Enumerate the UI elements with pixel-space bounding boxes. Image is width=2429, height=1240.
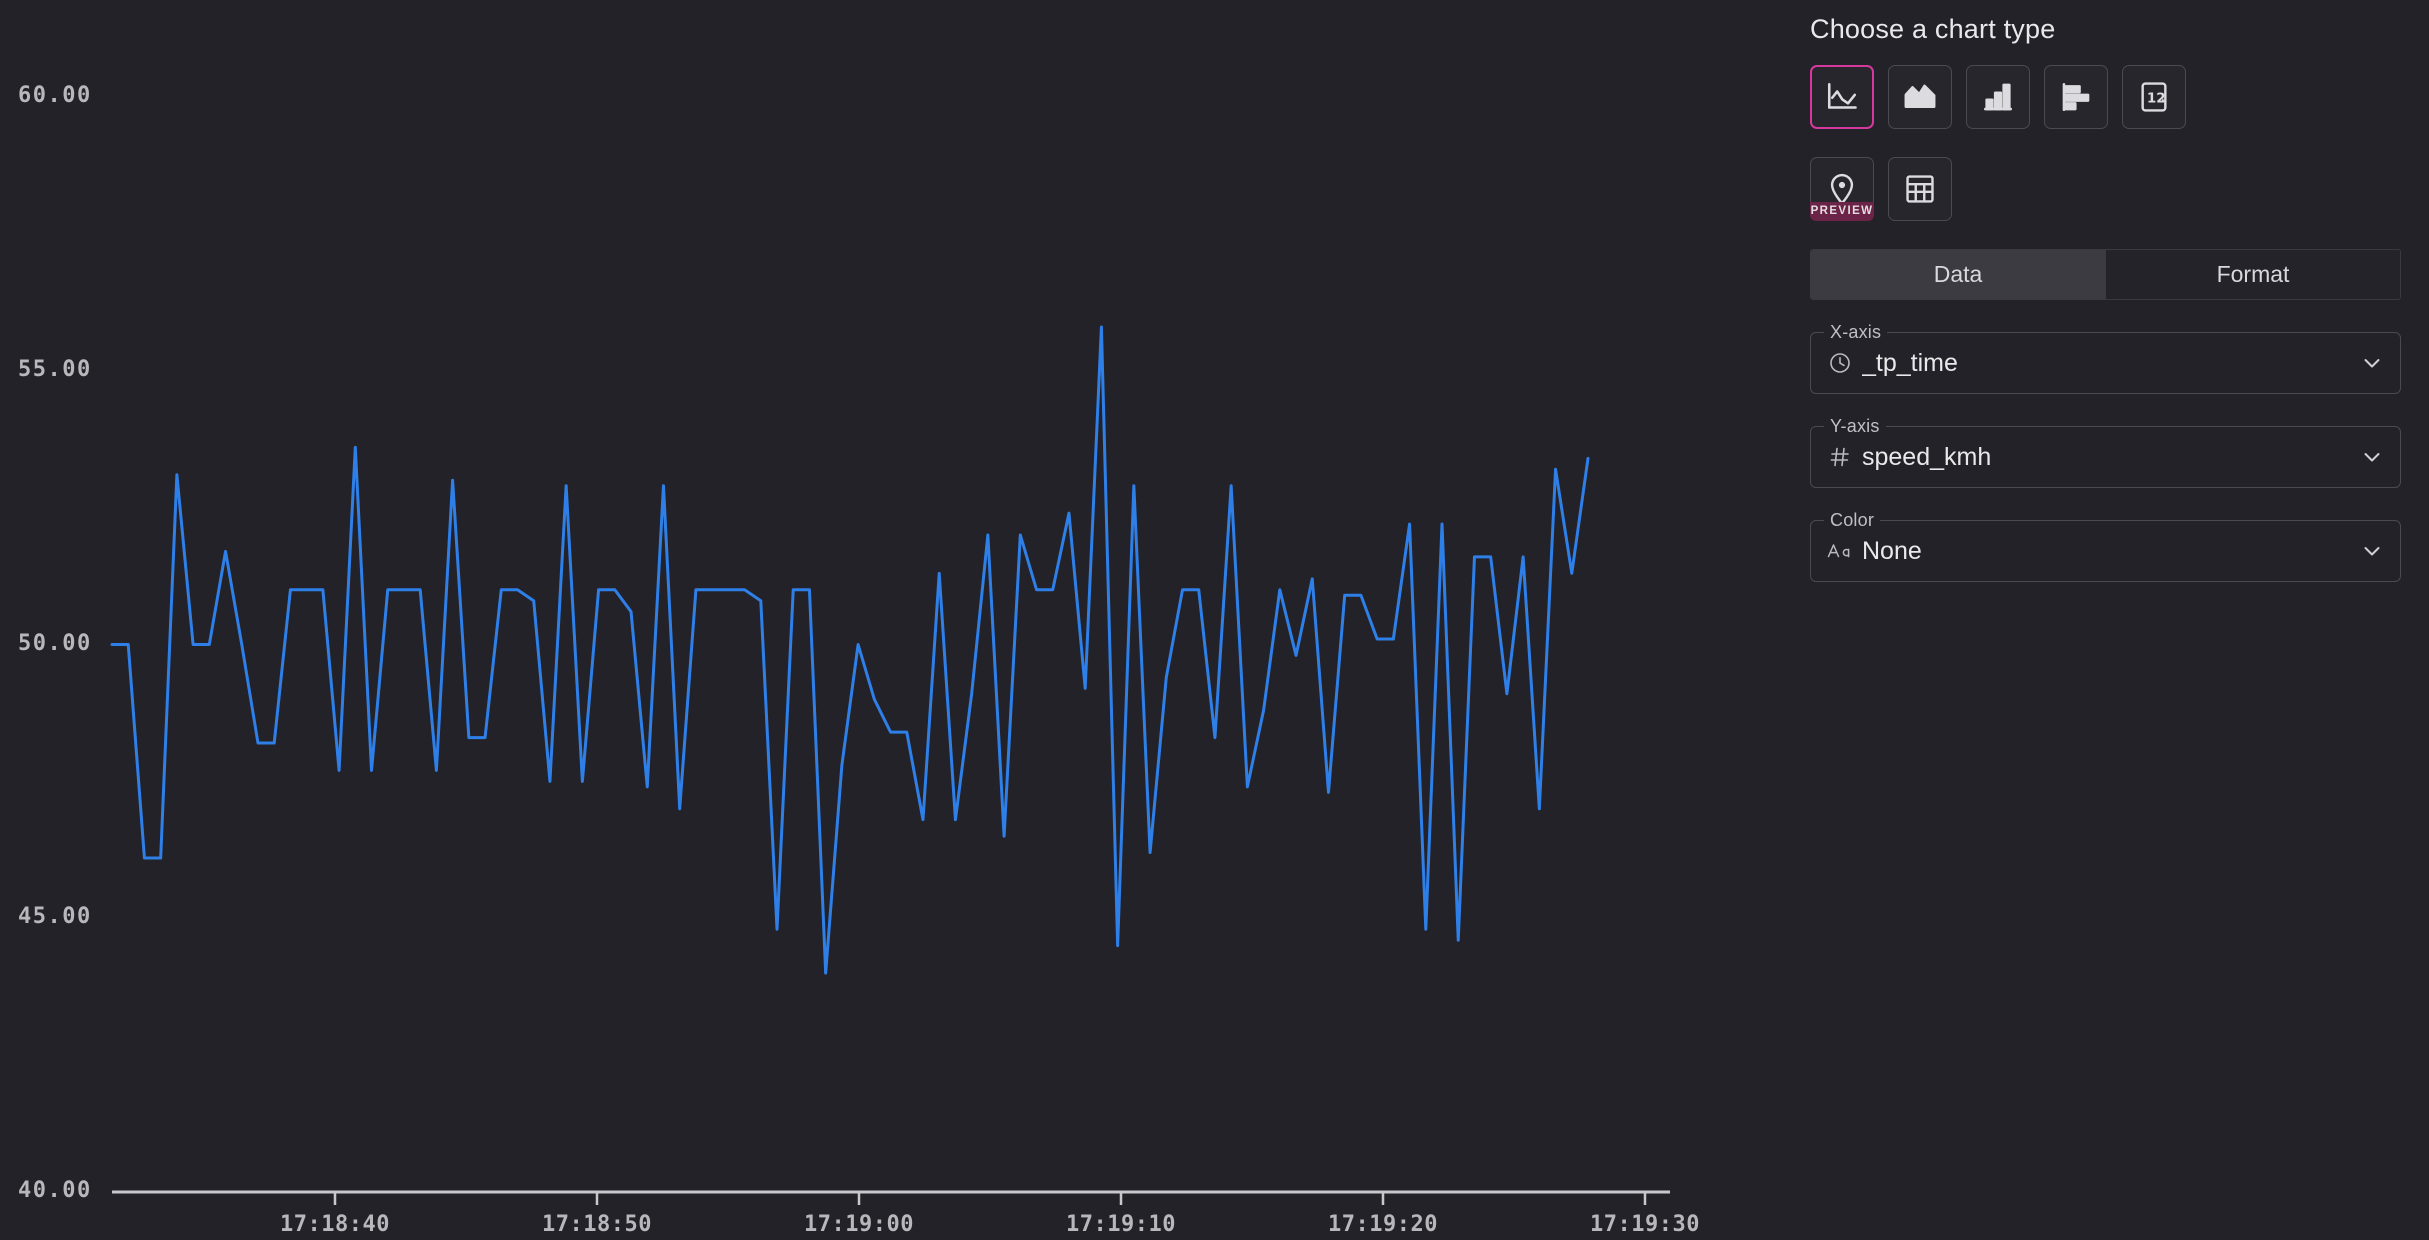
chart-type-table-button[interactable] bbox=[1888, 157, 1952, 221]
y-axis-legend: Y-axis bbox=[1824, 416, 1886, 437]
x-axis-tick-label: 17:19:00 bbox=[804, 1212, 914, 1237]
x-axis-tick-label: 17:19:30 bbox=[1590, 1212, 1700, 1237]
panel-title: Choose a chart type bbox=[1810, 14, 2401, 45]
column-chart-icon bbox=[1981, 80, 2015, 114]
chart-preview-pane: 60.00 55.00 50.00 45.00 40.00 17:18:40 17:18:… bbox=[0, 0, 1790, 1240]
tab-data[interactable]: Data bbox=[1811, 250, 2106, 299]
x-axis-value: _tp_time bbox=[1862, 349, 2360, 378]
x-axis-tick-label: 17:18:50 bbox=[542, 1212, 652, 1237]
color-legend: Color bbox=[1824, 510, 1880, 531]
line-chart-plot bbox=[0, 0, 1790, 1240]
y-axis-tick-label: 55.00 bbox=[18, 357, 92, 382]
chart-type-grid: 12 PREVIEW bbox=[1810, 65, 2401, 221]
chart-type-bar-button[interactable] bbox=[2044, 65, 2108, 129]
x-axis-legend: X-axis bbox=[1824, 322, 1887, 343]
color-select[interactable]: ColorNone bbox=[1810, 520, 2401, 582]
area-chart-icon bbox=[1902, 79, 1938, 115]
chart-type-line-button[interactable] bbox=[1810, 65, 1874, 129]
y-axis-tick-label: 50.00 bbox=[18, 631, 92, 656]
x-axis-tick-label: 17:19:10 bbox=[1066, 1212, 1176, 1237]
clock-icon bbox=[1827, 350, 1853, 376]
config-fields: X-axis_tp_timeY-axisspeed_kmhColorNone bbox=[1810, 332, 2401, 582]
chart-type-column-button[interactable] bbox=[1966, 65, 2030, 129]
text-type-icon bbox=[1827, 538, 1853, 564]
y-axis-tick-label: 60.00 bbox=[18, 83, 92, 108]
chevron-down-icon[interactable] bbox=[2360, 539, 2384, 563]
y-axis-tick-label: 45.00 bbox=[18, 904, 92, 929]
preview-badge: PREVIEW bbox=[1810, 202, 1874, 221]
table-icon bbox=[1903, 172, 1937, 206]
tab-format[interactable]: Format bbox=[2106, 250, 2400, 299]
x-axis-select[interactable]: X-axis_tp_time bbox=[1810, 332, 2401, 394]
color-value: None bbox=[1862, 537, 2360, 566]
bar-chart-icon bbox=[2059, 80, 2093, 114]
y-axis-tick-label: 40.00 bbox=[18, 1178, 92, 1203]
chart-builder-app: 60.00 55.00 50.00 45.00 40.00 17:18:40 17:18:… bbox=[0, 0, 2429, 1240]
chart-type-map-button[interactable]: PREVIEW bbox=[1810, 157, 1874, 221]
chevron-down-icon[interactable] bbox=[2360, 351, 2384, 375]
y-axis-select[interactable]: Y-axisspeed_kmh bbox=[1810, 426, 2401, 488]
hash-icon bbox=[1827, 444, 1853, 470]
chart-type-single-value-button[interactable]: 12 bbox=[2122, 65, 2186, 129]
line-chart-icon bbox=[1824, 79, 1860, 115]
single-value-icon: 12 bbox=[2137, 80, 2171, 114]
chart-config-panel: Choose a chart type 12 PREVIEW DataFormat… bbox=[1790, 0, 2429, 1240]
chevron-down-icon[interactable] bbox=[2360, 445, 2384, 469]
x-axis-tick-label: 17:18:40 bbox=[280, 1212, 390, 1237]
y-axis-value: speed_kmh bbox=[1862, 443, 2360, 472]
series-line-speed-kmh bbox=[112, 327, 1588, 973]
config-tabs: DataFormat bbox=[1810, 249, 2401, 300]
x-axis-tick-label: 17:19:20 bbox=[1328, 1212, 1438, 1237]
map-pin-icon bbox=[1825, 172, 1859, 206]
chart-type-area-button[interactable] bbox=[1888, 65, 1952, 129]
